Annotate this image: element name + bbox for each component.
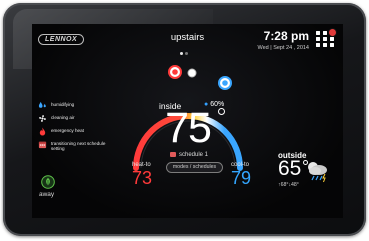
away-label[interactable]: away xyxy=(39,191,54,198)
notification-badge xyxy=(328,28,337,37)
status-item-emergency-heat: emergency heat xyxy=(38,127,110,136)
schedule-name: schedule 1 xyxy=(179,152,209,158)
modes-schedules-button[interactable]: modes / schedules xyxy=(166,162,223,173)
status-item-humidifying: humidifying xyxy=(38,101,110,110)
status-label: humidifying xyxy=(51,102,75,107)
clock-time: 7:28 pm xyxy=(263,29,309,43)
current-temp-marker xyxy=(187,68,197,78)
calendar-icon xyxy=(170,152,176,157)
humidifying-icon xyxy=(38,101,46,108)
thermostat-device: LENNOX upstairs 7:28 pm Wed | Sept 24 , … xyxy=(3,3,366,236)
menu-grid-button[interactable] xyxy=(316,28,337,48)
thermostat-screen: LENNOX upstairs 7:28 pm Wed | Sept 24 , … xyxy=(32,24,343,218)
status-item-transitioning: transitioning next schedule setting xyxy=(38,141,110,152)
schedule-indicator: schedule 1 xyxy=(170,152,208,158)
outside-temperature: 65 xyxy=(278,157,302,180)
fan-icon xyxy=(39,115,46,122)
partly-cloudy-rain-icon[interactable] xyxy=(304,159,330,183)
zone-page-indicator xyxy=(180,52,195,55)
degree-symbol xyxy=(218,108,225,115)
cool-setpoint-value[interactable]: 79 xyxy=(231,168,251,189)
outside-hi-lo: ↑68°↓48° xyxy=(278,182,299,188)
status-label: emergency heat xyxy=(51,128,84,133)
clock-date: Wed | Sept 24 , 2014 xyxy=(257,45,309,51)
status-list: humidifying cleaning air emergency heat xyxy=(38,101,110,157)
zone-dot-active xyxy=(180,52,183,55)
status-item-cleaning-air: cleaning air xyxy=(38,115,110,123)
away-leaf-icon[interactable] xyxy=(41,175,55,189)
cool-setpoint-handle[interactable] xyxy=(218,76,232,90)
zone-dot xyxy=(185,52,188,55)
schedule-icon xyxy=(38,141,47,149)
indoor-temperature: 75 xyxy=(165,104,212,152)
status-label: transitioning next schedule setting xyxy=(51,141,106,152)
status-label: cleaning air xyxy=(51,115,75,120)
heat-setpoint-handle[interactable] xyxy=(168,65,182,79)
flame-icon xyxy=(39,127,46,136)
heat-setpoint-value[interactable]: 73 xyxy=(132,168,152,189)
